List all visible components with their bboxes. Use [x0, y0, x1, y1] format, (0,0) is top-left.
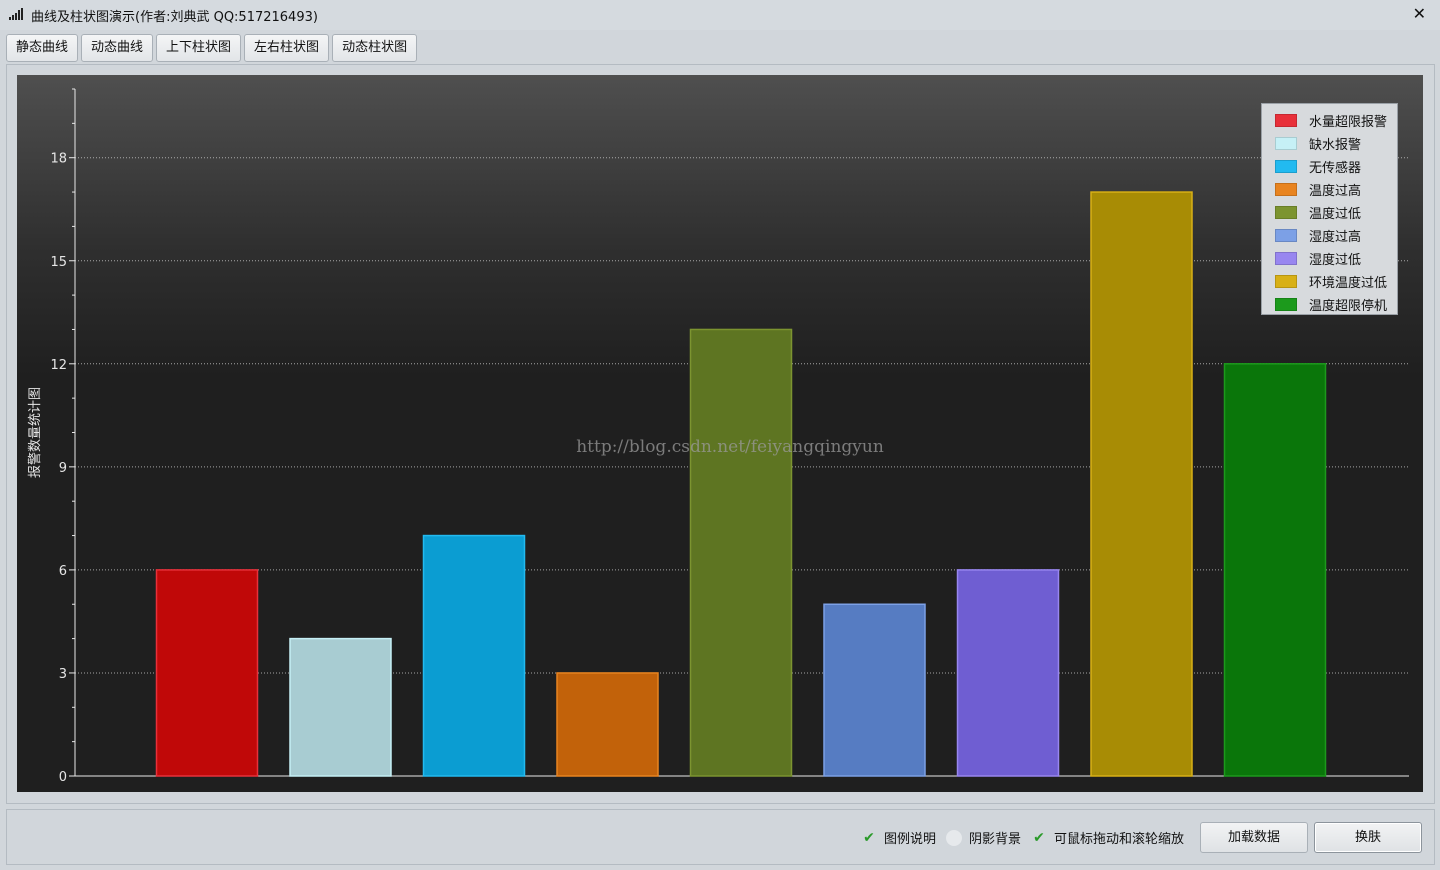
legend-label: 环境温度过低 — [1309, 276, 1388, 291]
legend-swatch — [1275, 160, 1297, 173]
tab-dynamic-curve[interactable]: 动态曲线 — [81, 34, 154, 62]
legend-label: 水量超限报警 — [1309, 115, 1388, 130]
bar-3 — [422, 534, 526, 777]
y-tick-label: 6 — [59, 564, 67, 579]
bar-9 — [1223, 363, 1327, 777]
bar-2 — [289, 637, 392, 777]
bar-7 — [956, 569, 1060, 777]
signal-bars-icon — [9, 8, 23, 20]
legend-swatch — [1275, 298, 1297, 311]
checkmark-icon: ✔ — [1033, 829, 1045, 846]
chart-legend: 水量超限报警 缺水报警无传感器温度过高温度过低湿度过高湿度过低环境温度过低 温度超限… — [1261, 103, 1398, 315]
y-tick-label: 9 — [59, 461, 67, 476]
legend-label: 无传感器 — [1309, 161, 1362, 176]
bar-chart[interactable]: 0 3 6 9 12 15 18 报警数量统计图 http://blog.csdn.net/fe… — [17, 75, 1423, 792]
legend-item: 无传感器 — [1275, 155, 1397, 178]
tab-static-curve[interactable]: 静态曲线 — [6, 34, 79, 62]
bar-5 — [689, 328, 793, 777]
legend-label: 湿度过高 — [1309, 230, 1362, 245]
legend-swatch — [1275, 275, 1297, 288]
watermark-text: http://blog.csdn.net/feiyangqingyun — [576, 437, 884, 457]
legend-swatch — [1275, 183, 1297, 196]
change-skin-button[interactable]: 换肤 — [1314, 822, 1422, 853]
legend-label: 温度过高 — [1309, 184, 1362, 199]
y-axis-label: 报警数量统计图 — [27, 387, 43, 478]
legend-item: 温度超限停机 — [1275, 293, 1397, 316]
legend-swatch — [1275, 114, 1297, 127]
y-tick-label: 3 — [59, 667, 67, 682]
tab-dynamic-bar[interactable]: 动态柱状图 — [332, 34, 418, 62]
legend-item: 温度过低 — [1275, 201, 1397, 224]
checkbox-label: 可鼠标拖动和滚轮缩放 — [1053, 832, 1184, 847]
legend-item: 环境温度过低 — [1275, 270, 1397, 293]
title-bar: 曲线及柱状图演示(作者:刘典武 QQ:517216493) ✕ — [0, 0, 1440, 30]
bar-4 — [556, 672, 659, 777]
y-tick-label: 0 — [59, 770, 67, 785]
bar-8 — [1090, 191, 1193, 777]
legend-label: 缺水报警 — [1309, 138, 1362, 153]
tab-vertical-bar[interactable]: 上下柱状图 — [156, 34, 242, 62]
drag-zoom-checkbox[interactable]: ✔ 可鼠标拖动和滚轮缩放 — [1031, 828, 1184, 848]
legend-swatch — [1275, 206, 1297, 219]
checkbox-label: 阴影背景 — [968, 832, 1021, 847]
shadow-background-checkbox[interactable]: 阴影背景 — [945, 828, 1021, 847]
legend-label: 温度超限停机 — [1309, 299, 1388, 314]
chart-frame: 0 3 6 9 12 15 18 报警数量统计图 http://blog.csdn.net/fe… — [6, 64, 1435, 804]
bottom-toolbar: ✔ 图例说明 阴影背景 ✔ 可鼠标拖动和滚轮缩放 加载数据 换肤 — [6, 809, 1435, 865]
window-title: 曲线及柱状图演示(作者:刘典武 QQ:517216493) — [31, 10, 318, 25]
checkmark-icon: ✔ — [863, 829, 875, 846]
tab-horizontal-bar[interactable]: 左右柱状图 — [244, 34, 330, 62]
tab-bar: 静态曲线 动态曲线 上下柱状图 左右柱状图 动态柱状图 — [6, 34, 418, 62]
legend-swatch — [1275, 229, 1297, 242]
checkbox-label: 图例说明 — [883, 832, 936, 847]
legend-label: 湿度过低 — [1309, 253, 1362, 268]
legend-toggle-checkbox[interactable]: ✔ 图例说明 — [861, 828, 936, 848]
y-tick-label: 15 — [50, 255, 67, 270]
legend-item: 缺水报警 — [1275, 132, 1397, 155]
legend-item: 湿度过低 — [1275, 247, 1397, 270]
legend-item: 湿度过高 — [1275, 224, 1397, 247]
unchecked-circle-icon — [945, 829, 962, 846]
legend-swatch — [1275, 252, 1297, 265]
legend-label: 温度过低 — [1309, 207, 1362, 222]
legend-item: 温度过高 — [1275, 178, 1397, 201]
y-tick-label: 18 — [50, 152, 67, 167]
y-tick-label: 12 — [50, 358, 67, 373]
legend-item: 水量超限报警 — [1275, 109, 1397, 132]
legend-swatch — [1275, 137, 1297, 150]
chart-area[interactable]: 0 3 6 9 12 15 18 报警数量统计图 http://blog.csdn.net/fe… — [17, 75, 1423, 792]
close-icon[interactable]: ✕ — [1413, 4, 1426, 23]
bar-1 — [155, 569, 259, 777]
bar-6 — [823, 603, 926, 777]
load-data-button[interactable]: 加载数据 — [1200, 822, 1308, 853]
